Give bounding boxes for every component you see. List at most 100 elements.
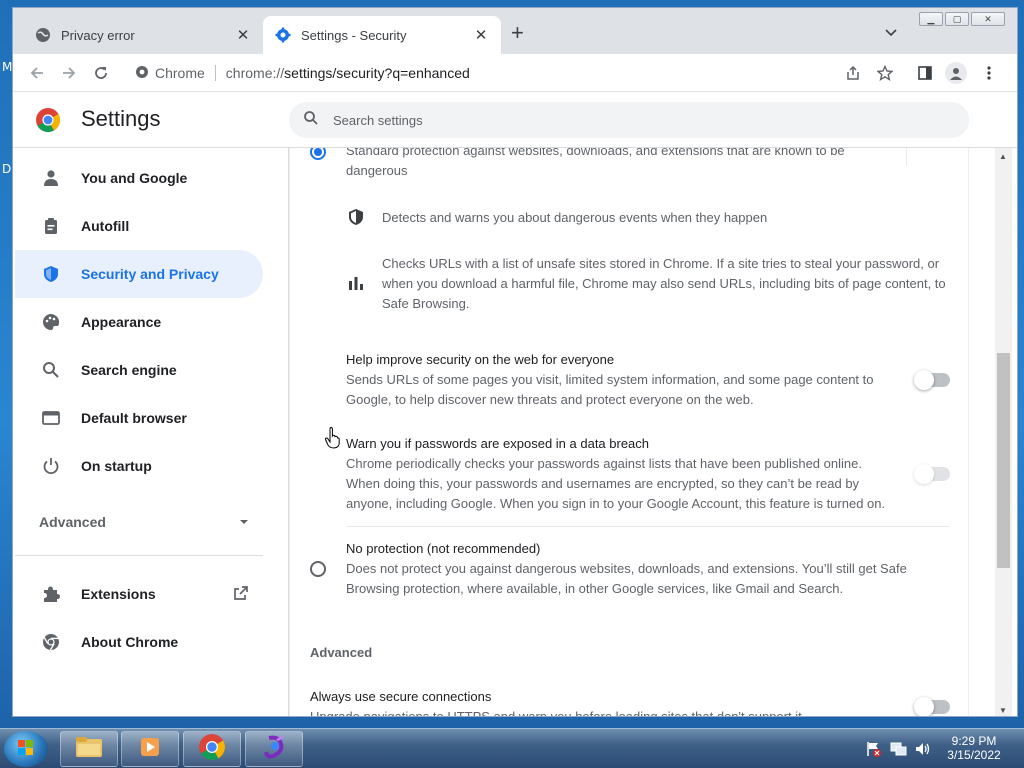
search-icon (303, 110, 319, 131)
sidebar-item-about-chrome[interactable]: About Chrome (15, 618, 263, 666)
advanced-section-heading: Advanced (310, 645, 373, 660)
sidebar-item-you-and-google[interactable]: You and Google (15, 154, 263, 202)
secure-connections-toggle[interactable] (914, 697, 950, 716)
sidebar-divider (15, 555, 263, 556)
clipboard-icon (41, 216, 61, 236)
taskbar-media-player-button[interactable] (121, 731, 179, 767)
omnibox-divider (214, 65, 216, 81)
start-button[interactable] (4, 731, 48, 767)
page-title: Settings (81, 106, 161, 131)
tab-search-icon[interactable] (885, 24, 897, 42)
shield-icon (347, 208, 365, 231)
sidebar-item-label: Extensions (81, 586, 156, 602)
sidebar-item-label: Security and Privacy (81, 266, 219, 282)
chrome-site-icon (135, 65, 149, 82)
action-center-flag-icon[interactable] (866, 741, 882, 760)
reload-icon[interactable] (91, 63, 111, 83)
taskbar-app-button[interactable] (245, 731, 303, 767)
tab-title: Settings - Security (301, 27, 407, 43)
warn-passwords-title: Warn you if passwords are exposed in a d… (346, 436, 650, 451)
new-tab-button[interactable]: + (511, 22, 524, 44)
address-bar[interactable]: Chrome chrome:// settings/security?q=enh… (125, 59, 885, 87)
tab-settings-security[interactable]: Settings - Security ✕ (263, 16, 501, 54)
sidebar-item-label: You and Google (81, 170, 188, 186)
back-icon[interactable] (27, 63, 47, 83)
settings-sidebar: You and Google Autofill Security and Pri… (13, 148, 289, 716)
close-window-button[interactable]: ✕ (971, 12, 1005, 26)
url-path: settings/security?q=enhanced (284, 65, 470, 81)
taskbar-chrome-button[interactable] (183, 731, 241, 767)
volume-icon[interactable] (914, 741, 932, 760)
caret-down-icon (239, 514, 249, 530)
no-protection-title: No protection (not recommended) (346, 541, 541, 556)
standard-protection-desc-line2: dangerous (346, 163, 408, 178)
bookmark-star-icon[interactable] (875, 63, 895, 83)
warn-passwords-toggle[interactable] (914, 464, 950, 484)
toggle-knob (914, 464, 934, 484)
toggle-knob (914, 370, 934, 390)
sidebar-item-default-browser[interactable]: Default browser (15, 394, 263, 442)
security-card: Standard protection against websites, do… (289, 148, 969, 716)
sidebar-item-label: Autofill (81, 218, 130, 234)
scroll-up-icon[interactable]: ▲ (999, 152, 1007, 161)
settings-main-content: Standard protection against websites, do… (289, 148, 969, 716)
row-divider (906, 148, 907, 166)
globe-icon (35, 27, 51, 43)
network-icon[interactable] (890, 741, 908, 760)
chrome-logo-icon (35, 107, 61, 138)
settings-search-box[interactable] (289, 102, 969, 138)
shield-icon (41, 264, 61, 284)
desktop-icon-label-d: D (2, 162, 12, 176)
browser-toolbar: Chrome chrome:// settings/security?q=enh… (13, 54, 1017, 92)
puzzle-icon (41, 584, 61, 604)
sidebar-item-extensions[interactable]: Extensions (15, 570, 263, 618)
close-tab-icon[interactable]: ✕ (473, 26, 489, 44)
gear-icon (275, 27, 291, 43)
page-scrollbar[interactable]: ▲ ▼ (995, 148, 1012, 716)
sidebar-item-on-startup[interactable]: On startup (15, 442, 263, 490)
sidebar-item-appearance[interactable]: Appearance (15, 298, 263, 346)
chrome-icon (41, 632, 61, 652)
app-icon (261, 734, 287, 765)
browser-icon (41, 408, 61, 428)
person-icon (41, 168, 61, 188)
forward-icon[interactable] (59, 63, 79, 83)
profile-avatar-icon[interactable] (945, 62, 967, 84)
help-improve-title: Help improve security on the web for eve… (346, 352, 615, 367)
checks-urls-text: Checks URLs with a list of unsafe sites … (382, 256, 946, 311)
search-input[interactable] (333, 112, 893, 128)
side-panel-icon[interactable] (915, 63, 935, 83)
sidebar-item-label: Appearance (81, 314, 162, 330)
sidebar-item-search-engine[interactable]: Search engine (15, 346, 263, 394)
toggle-knob (914, 697, 934, 716)
scroll-down-icon[interactable]: ▼ (999, 706, 1007, 715)
minimize-button[interactable]: ▁ (919, 12, 943, 26)
sidebar-advanced-toggle[interactable]: Advanced (39, 514, 249, 530)
sidebar-item-autofill[interactable]: Autofill (15, 202, 263, 250)
maximize-button[interactable]: ▢ (945, 12, 969, 26)
menu-kebab-icon[interactable] (979, 63, 999, 83)
tab-privacy-error[interactable]: Privacy error ✕ (23, 16, 263, 54)
help-improve-toggle[interactable] (914, 370, 950, 390)
sidebar-item-label: Search engine (81, 362, 177, 378)
search-icon (41, 360, 61, 380)
no-protection-radio[interactable] (310, 561, 326, 577)
chrome-icon (198, 733, 226, 766)
close-tab-icon[interactable]: ✕ (235, 26, 251, 44)
scroll-thumb[interactable] (997, 353, 1010, 568)
standard-protection-radio[interactable] (310, 148, 326, 160)
secure-connections-title: Always use secure connections (310, 689, 492, 704)
media-player-icon (138, 735, 162, 764)
sidebar-advanced-label: Advanced (39, 514, 106, 530)
taskbar-explorer-button[interactable] (60, 731, 118, 767)
sidebar-item-label: Default browser (81, 410, 187, 426)
windows-taskbar: 9:29 PM 3/15/2022 (0, 728, 1024, 768)
warn-passwords-desc: Chrome periodically checks your password… (346, 456, 886, 511)
url-host: chrome:// (225, 65, 285, 81)
share-icon[interactable] (843, 63, 863, 83)
sidebar-item-security-and-privacy[interactable]: Security and Privacy (15, 250, 263, 298)
hand-cursor-icon (324, 426, 342, 454)
system-clock[interactable]: 9:29 PM 3/15/2022 (944, 734, 1004, 762)
folder-icon (75, 735, 103, 764)
bar-chart-icon (348, 275, 364, 296)
